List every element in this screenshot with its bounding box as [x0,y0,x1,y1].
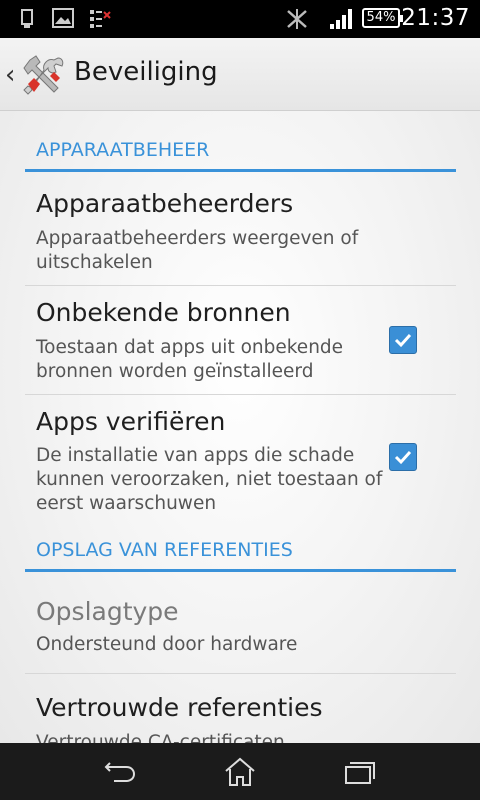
item-subtitle: De installatie van apps die schade kunne… [36,445,383,514]
image-icon [52,8,74,32]
checkbox-onbekende-bronnen[interactable] [389,326,417,354]
section-header-label: APPARAATBEHEER [36,139,210,161]
list-item-opslagtype: Opslagtype Ondersteund door hardware [25,597,456,669]
item-title: Onbekende bronnen [36,298,291,327]
status-bar: 54% 21:37 [0,0,480,38]
settings-list[interactable]: APPARAATBEHEER Apparaatbeheerders Appara… [0,111,480,743]
section-header-opslag-van-referenties: OPSLAG VAN REFERENTIES [25,539,456,572]
battery-level: 54% [366,10,396,25]
up-chevron-icon[interactable]: ‹ [5,60,15,90]
recent-apps-icon[interactable] [340,757,380,787]
list-item-vertrouwde-referenties[interactable]: Vertrouwde referenties Vertrouwde CA-cer… [25,693,456,743]
clock: 21:37 [401,5,470,31]
settings-tools-icon[interactable] [22,52,66,96]
checkbox-apps-verifieren[interactable] [389,443,417,471]
section-header-apparaatbeheer: APPARAATBEHEER [25,139,456,172]
section-header-label: OPSLAG VAN REFERENTIES [36,539,293,561]
item-title: Apparaatbeheerders [36,189,294,218]
battery-icon: 54% [362,8,403,28]
navigation-bar [0,743,480,800]
page-title: Beveiliging [74,57,218,87]
list-item-apps-verifieren[interactable]: Apps verifiëren De installatie van apps … [25,407,456,527]
divider [25,394,456,395]
item-title: Vertrouwde referenties [36,693,323,722]
list-item-onbekende-bronnen[interactable]: Onbekende bronnen Toestaan dat apps uit … [25,298,456,394]
list-item-apparaatbeheerders[interactable]: Apparaatbeheerders Apparaatbeheerders we… [25,189,456,285]
item-subtitle: Vertrouwde CA-certificaten weergeven [36,732,285,743]
item-subtitle: Toestaan dat apps uit onbekende bronnen … [36,337,344,382]
divider [25,285,456,286]
signal-icon [328,8,354,34]
item-title: Opslagtype [36,597,179,626]
back-icon[interactable] [100,757,140,787]
item-subtitle: Apparaatbeheerders weergeven of uitschak… [36,228,359,273]
home-icon[interactable] [220,757,260,787]
item-subtitle: Ondersteund door hardware [36,634,298,655]
divider [25,673,456,674]
storage-icon [88,8,112,34]
bluetooth-off-icon [284,8,310,34]
usb-icon [18,8,36,34]
item-title: Apps verifiëren [36,407,226,436]
action-bar: ‹ Beveiliging [0,38,480,111]
